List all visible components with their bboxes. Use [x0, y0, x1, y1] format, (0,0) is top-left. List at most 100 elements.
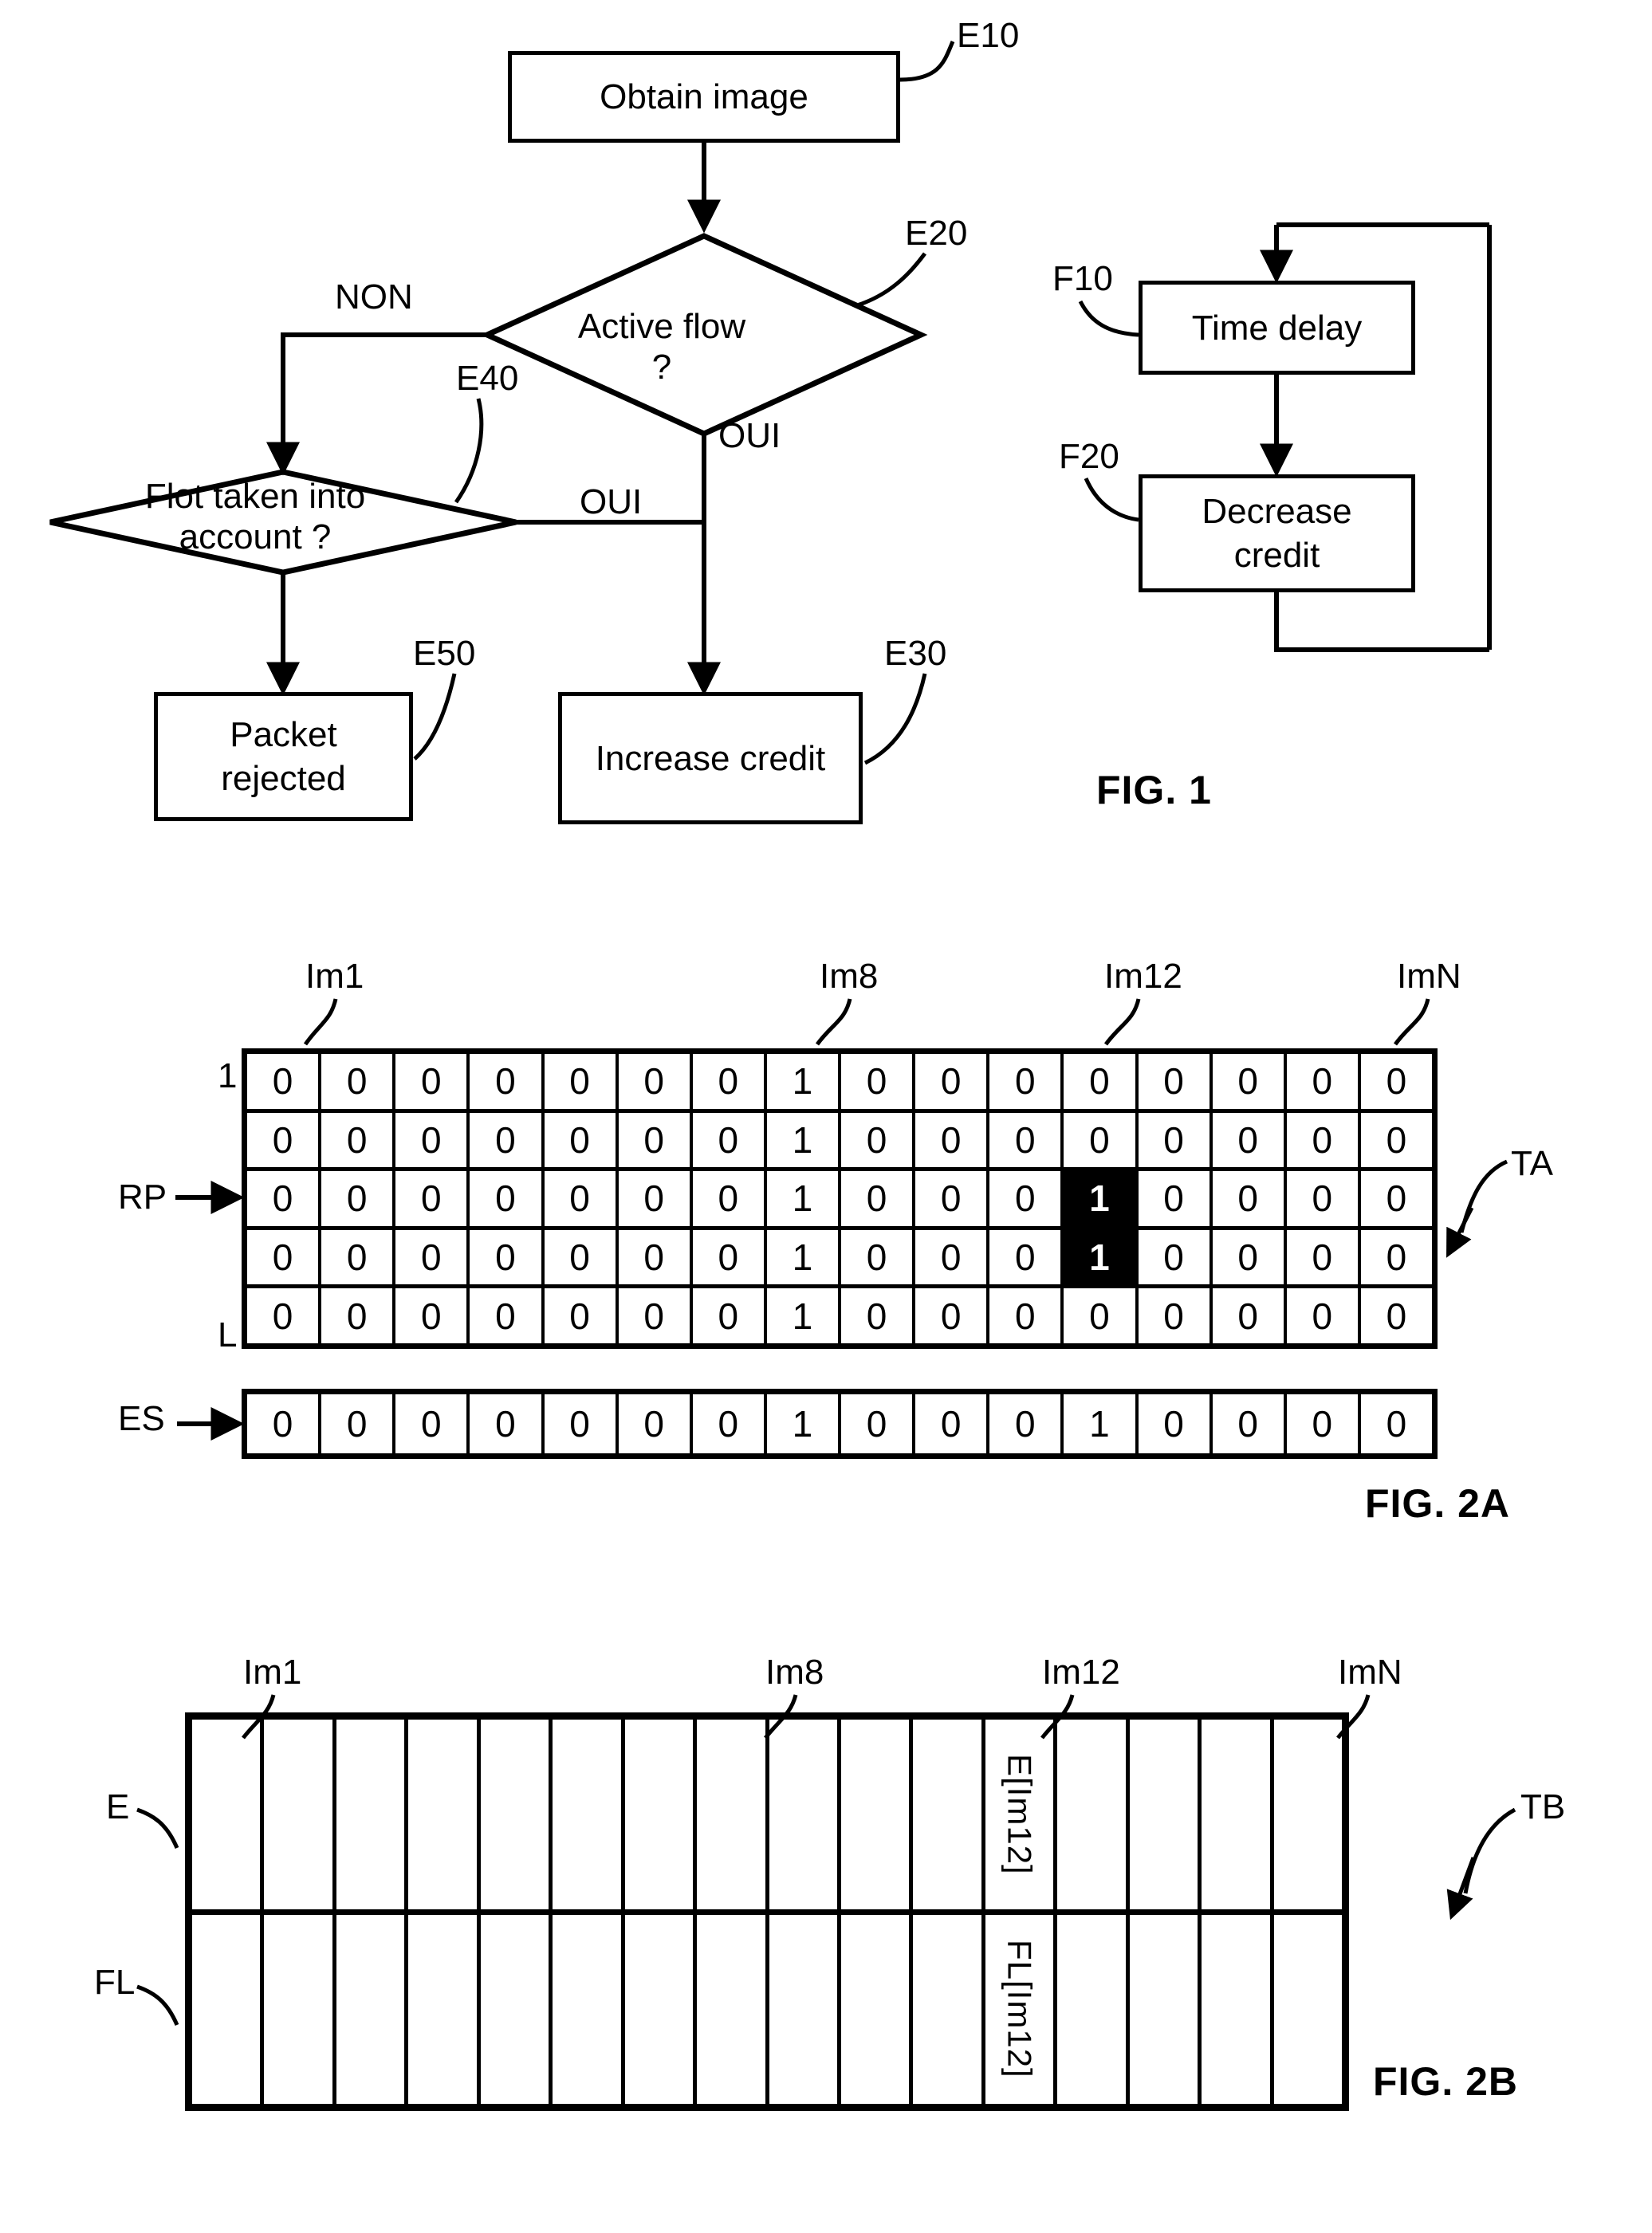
fig1-branch-label-oui-flot: OUI	[580, 482, 643, 521]
fig2a-cell: 0	[321, 1112, 396, 1168]
fig1-leader-e30	[863, 673, 927, 765]
fig2a-cell: 0	[915, 1171, 990, 1226]
fig2a-cell: 0	[321, 1229, 396, 1285]
fig2a-cell: 0	[247, 1112, 322, 1168]
fig2b-cell	[264, 1914, 336, 2104]
fig2a-cell: 1	[766, 1288, 841, 1343]
fig1-node-time-delay: Time delay	[1139, 281, 1415, 375]
fig2a-caption: FIG. 2A	[1365, 1481, 1511, 1526]
fig1-node-active-flow-label: Active flow?	[577, 307, 746, 387]
fig2a-cell: 0	[1360, 1288, 1432, 1343]
fig2a-cell: 0	[989, 1229, 1064, 1285]
fig2a-cell: 0	[395, 1054, 470, 1109]
fig2b-cell	[769, 1914, 841, 2104]
fig1-node-obtain-image: Obtain image	[508, 51, 900, 143]
fig2a-cell: 0	[692, 1054, 767, 1109]
fig1-branch-label-oui-active: OUI	[718, 416, 781, 455]
fig2a-cell: 0	[247, 1171, 322, 1226]
fig2b-cell	[553, 1720, 625, 1909]
fig2b-column-label-im1: Im1	[243, 1653, 302, 1692]
fig1-leader-e40	[454, 398, 484, 504]
fig2a-cell: 0	[989, 1112, 1064, 1168]
fig2a-cell: 0	[321, 1054, 396, 1109]
fig2a-cell: 0	[1360, 1054, 1432, 1109]
fig2b-cell	[769, 1720, 841, 1909]
fig2a-cell: 0	[470, 1288, 545, 1343]
fig2b-table-row: E[Im12]	[192, 1720, 1342, 1915]
fig2b-cell	[841, 1720, 914, 1909]
fig2a-pointer-label-rp: RP	[118, 1177, 167, 1217]
fig2b-cell	[1057, 1720, 1130, 1909]
fig2a-cell: 0	[544, 1112, 619, 1168]
fig2a-table-row: 0000000100000000	[247, 1112, 1432, 1172]
fig2a-leader-im1	[303, 998, 338, 1046]
fig2a-es-cell: 0	[1287, 1394, 1361, 1453]
fig1-ref-f10: F10	[1052, 259, 1113, 298]
fig2a-cell: 0	[395, 1288, 470, 1343]
fig2a-cell: 0	[1064, 1054, 1139, 1109]
fig2b-cell	[553, 1914, 625, 2104]
fig2a-cell: 0	[395, 1112, 470, 1168]
fig2b-cell	[1130, 1914, 1202, 2104]
fig1-ref-e40: E40	[456, 359, 519, 398]
fig2a-leader-ta-arrow	[1446, 1206, 1474, 1258]
fig2a-cell: 0	[544, 1054, 619, 1109]
fig2b-column-label-im8: Im8	[765, 1653, 824, 1692]
fig2a-cell: 0	[470, 1112, 545, 1168]
fig2a-es-cell: 0	[915, 1394, 990, 1453]
fig2a-cell: 0	[1360, 1229, 1432, 1285]
fig2a-cell: 0	[321, 1171, 396, 1226]
fig2b-cell	[408, 1720, 481, 1909]
fig2a-cell: 0	[692, 1229, 767, 1285]
fig2a-es-cell: 0	[989, 1394, 1064, 1453]
fig1-node-obtain-image-label: Obtain image	[600, 77, 808, 116]
fig2a-column-label-imn: ImN	[1397, 957, 1461, 996]
fig2a-cell: 0	[915, 1288, 990, 1343]
fig1-node-time-delay-label: Time delay	[1191, 308, 1363, 348]
fig2a-table-row: 0000000100000000	[247, 1288, 1432, 1343]
fig1-node-flot-account-label: Flot taken into account ?	[144, 477, 366, 556]
fig2a-cell: 0	[1212, 1171, 1287, 1226]
fig2a-es-cell: 0	[693, 1394, 767, 1453]
fig2b-cell	[1130, 1720, 1202, 1909]
fig1-node-decrease-credit-label: Decrease credit	[1202, 492, 1352, 575]
fig2a-cell: 0	[1138, 1112, 1213, 1168]
fig2a-cell: 0	[841, 1112, 916, 1168]
fig1-leader-e20	[856, 252, 927, 308]
fig2a-cell: 0	[395, 1229, 470, 1285]
fig1-loop-bottom	[1274, 592, 1489, 652]
fig2a-row-label-last: L	[218, 1315, 238, 1354]
fig2b-cell: FL[Im12]	[985, 1914, 1058, 2104]
fig2a-es-cell: 0	[470, 1394, 545, 1453]
fig2a-cell: 0	[1212, 1229, 1287, 1285]
fig2a-cell: 0	[841, 1288, 916, 1343]
fig2a-cell: 0	[618, 1112, 693, 1168]
fig2b-cell	[192, 1914, 265, 2104]
fig2a-cell: 1	[766, 1229, 841, 1285]
fig1-node-decrease-credit: Decrease credit	[1139, 474, 1415, 592]
fig2a-cell: 0	[1138, 1288, 1213, 1343]
fig2b-leader-fl	[136, 1984, 179, 2026]
fig1-ref-e50: E50	[413, 634, 476, 673]
fig2a-cell: 0	[470, 1171, 545, 1226]
fig2a-row-label-first: 1	[218, 1056, 238, 1095]
fig2a-vector-es: 0000000100010000	[242, 1389, 1438, 1459]
fig2a-cell: 0	[1138, 1229, 1213, 1285]
fig2b-leader-tb	[1463, 1807, 1516, 1894]
fig2a-leader-im8	[815, 998, 852, 1046]
fig1-ref-f20: F20	[1059, 437, 1119, 476]
fig2a-cell: 0	[321, 1288, 396, 1343]
fig1-node-increase-credit: Increase credit	[558, 692, 863, 824]
fig2b-column-label-imn: ImN	[1338, 1653, 1402, 1692]
fig2a-cell: 0	[1212, 1054, 1287, 1109]
fig2a-cell: 0	[1212, 1112, 1287, 1168]
fig2a-es-cell: 0	[247, 1394, 322, 1453]
fig1-leader-f10	[1078, 300, 1139, 337]
fig2b-caption: FIG. 2B	[1373, 2059, 1519, 2104]
fig2b-table-tb: E[Im12] FL[Im12]	[185, 1712, 1349, 2111]
fig2b-cell	[1274, 1915, 1342, 2105]
fig2a-table-row: 0000000100000000	[247, 1054, 1432, 1113]
fig2a-cell: 0	[247, 1288, 322, 1343]
fig2a-cell: 0	[1064, 1112, 1139, 1168]
fig2a-leader-imn	[1393, 998, 1430, 1046]
